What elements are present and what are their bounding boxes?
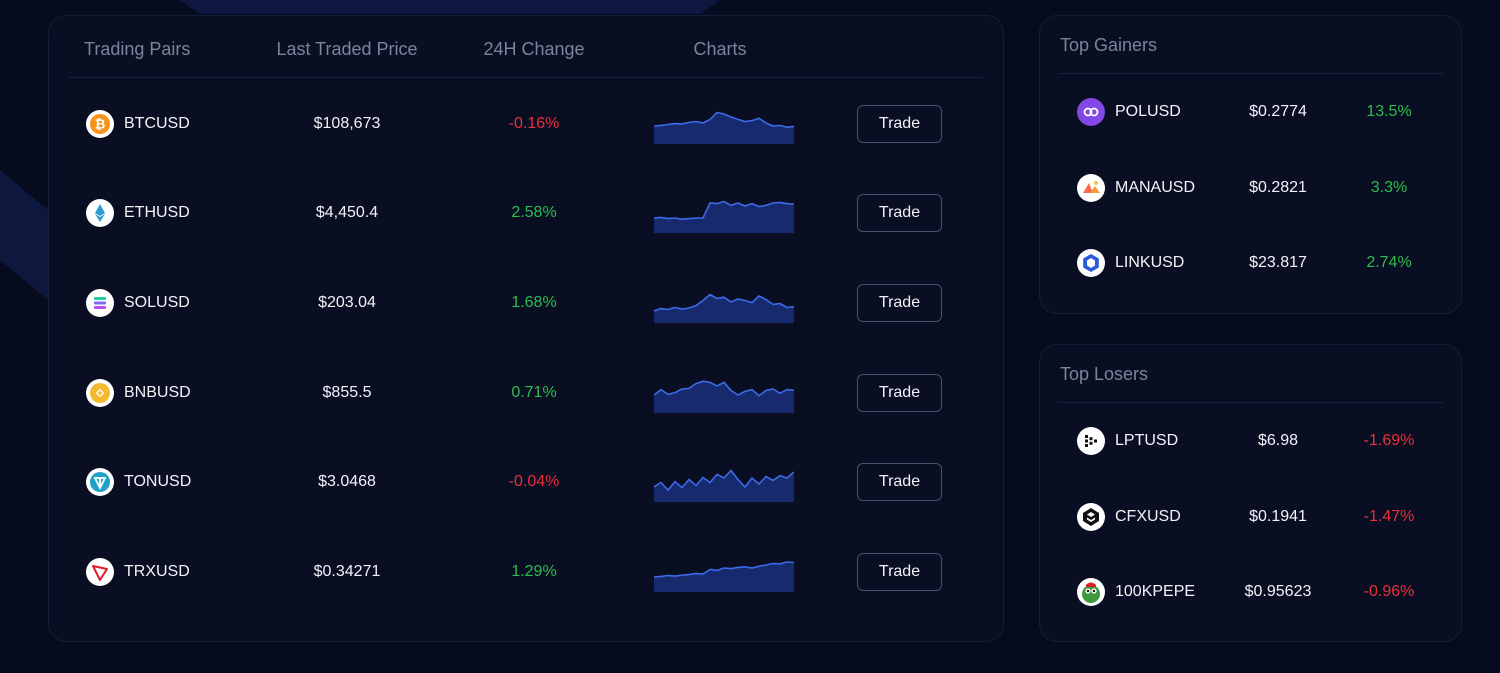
pair-name: TONUSD (124, 473, 192, 490)
bitcoin-icon: ₿ (86, 110, 114, 138)
header-trading-pairs: Trading Pairs (84, 39, 191, 59)
decentraland-icon (1077, 174, 1105, 202)
top-losers-panel: Top Losers LPTUSD $6.98 -1.69% CFXUSD $0.194… (1039, 344, 1462, 642)
24h-change: 1.29% (511, 563, 557, 580)
pepe-icon (1077, 578, 1105, 606)
header-24h-change: 24H Change (483, 39, 585, 59)
last-price: $6.98 (1257, 432, 1299, 449)
last-price: $23.817 (1249, 254, 1307, 271)
price-sparkline-chart (653, 373, 795, 413)
pair-name: LINKUSD (1115, 254, 1185, 271)
price-sparkline-chart (653, 104, 795, 144)
table-row: TONUSD $3.0468 -0.04% Trade (49, 452, 1003, 512)
last-price: $0.1941 (1249, 508, 1307, 525)
sparkline-area (654, 562, 794, 592)
trade-button[interactable]: Trade (857, 105, 942, 143)
price-sparkline-chart (653, 283, 795, 323)
header-last-price: Last Traded Price (276, 39, 418, 59)
list-item[interactable]: LPTUSD $6.98 -1.69% (1040, 411, 1461, 471)
pair-name: LPTUSD (1115, 432, 1179, 449)
last-price: $855.5 (322, 384, 372, 401)
24h-change: -0.16% (508, 115, 560, 132)
24h-change: 0.71% (511, 384, 557, 401)
24h-change: 2.58% (511, 204, 557, 221)
svg-text:₿: ₿ (95, 117, 106, 132)
pair-name: MANAUSD (1115, 179, 1196, 196)
pair-name: 100KPEPE (1115, 583, 1196, 600)
header-charts: Charts (693, 39, 747, 59)
change-percent: 3.3% (1370, 179, 1408, 196)
sparkline-area (654, 381, 794, 413)
trade-button[interactable]: Trade (857, 463, 942, 501)
table-header: Trading Pairs Last Traded Price 24H Chan… (69, 16, 983, 78)
sparkline-area (654, 470, 794, 502)
chainlink-icon (1077, 249, 1105, 277)
trade-button[interactable]: Trade (857, 374, 942, 412)
change-percent: -1.69% (1363, 432, 1415, 449)
last-price: $203.04 (318, 294, 376, 311)
change-percent: 2.74% (1366, 254, 1412, 271)
pair-name: CFXUSD (1115, 508, 1181, 525)
24h-change: 1.68% (511, 294, 557, 311)
change-percent: -0.96% (1363, 583, 1415, 600)
trade-button[interactable]: Trade (857, 194, 942, 232)
table-row: SOLUSD $203.04 1.68% Trade (49, 273, 1003, 333)
top-gainers-title: Top Gainers (1060, 35, 1158, 55)
last-price: $0.2821 (1249, 179, 1307, 196)
trade-button[interactable]: Trade (857, 553, 942, 591)
price-sparkline-chart (653, 552, 795, 592)
sparkline-area (654, 294, 794, 323)
pair-name: POLUSD (1115, 103, 1181, 120)
table-row: ₿ BTCUSD $108,673 -0.16% Trade (49, 94, 1003, 154)
last-price: $0.34271 (313, 563, 381, 580)
top-gainers-panel: Top Gainers POLUSD $0.2774 13.5% MANAUSD $0.… (1039, 15, 1462, 314)
table-row: TRXUSD $0.34271 1.29% Trade (49, 542, 1003, 602)
last-price: $0.2774 (1249, 103, 1307, 120)
change-percent: 13.5% (1366, 103, 1412, 120)
price-sparkline-chart (653, 462, 795, 502)
list-item[interactable]: POLUSD $0.2774 13.5% (1040, 82, 1461, 142)
list-item[interactable]: CFXUSD $0.1941 -1.47% (1040, 487, 1461, 547)
bnb-icon (86, 379, 114, 407)
list-item[interactable]: 100KPEPE $0.95623 -0.96% (1040, 562, 1461, 622)
price-sparkline-chart (653, 193, 795, 233)
table-row: ETHUSD $4,450.4 2.58% Trade (49, 183, 1003, 243)
last-price: $3.0468 (318, 473, 376, 490)
trading-pairs-panel: Trading Pairs Last Traded Price 24H Chan… (48, 15, 1004, 642)
last-price: $4,450.4 (315, 204, 379, 221)
pair-name: SOLUSD (124, 294, 190, 311)
livepeer-icon (1077, 427, 1105, 455)
sparkline-area (654, 112, 794, 144)
pair-name: ETHUSD (124, 204, 190, 221)
last-price: $0.95623 (1244, 583, 1312, 600)
top-losers-title: Top Losers (1060, 364, 1149, 384)
ethereum-icon (86, 199, 114, 227)
last-price: $108,673 (313, 115, 381, 132)
change-percent: -1.47% (1363, 508, 1415, 525)
list-item[interactable]: MANAUSD $0.2821 3.3% (1040, 158, 1461, 218)
trade-button[interactable]: Trade (857, 284, 942, 322)
pair-name: BTCUSD (124, 115, 190, 132)
pair-name: TRXUSD (124, 563, 190, 580)
polygon-icon (1077, 98, 1105, 126)
conflux-icon (1077, 503, 1105, 531)
24h-change: -0.04% (508, 473, 560, 490)
tron-icon (86, 558, 114, 586)
list-item[interactable]: LINKUSD $23.817 2.74% (1040, 233, 1461, 293)
table-row: BNBUSD $855.5 0.71% Trade (49, 363, 1003, 423)
toncoin-icon (86, 468, 114, 496)
pair-name: BNBUSD (124, 384, 191, 401)
solana-icon (86, 289, 114, 317)
